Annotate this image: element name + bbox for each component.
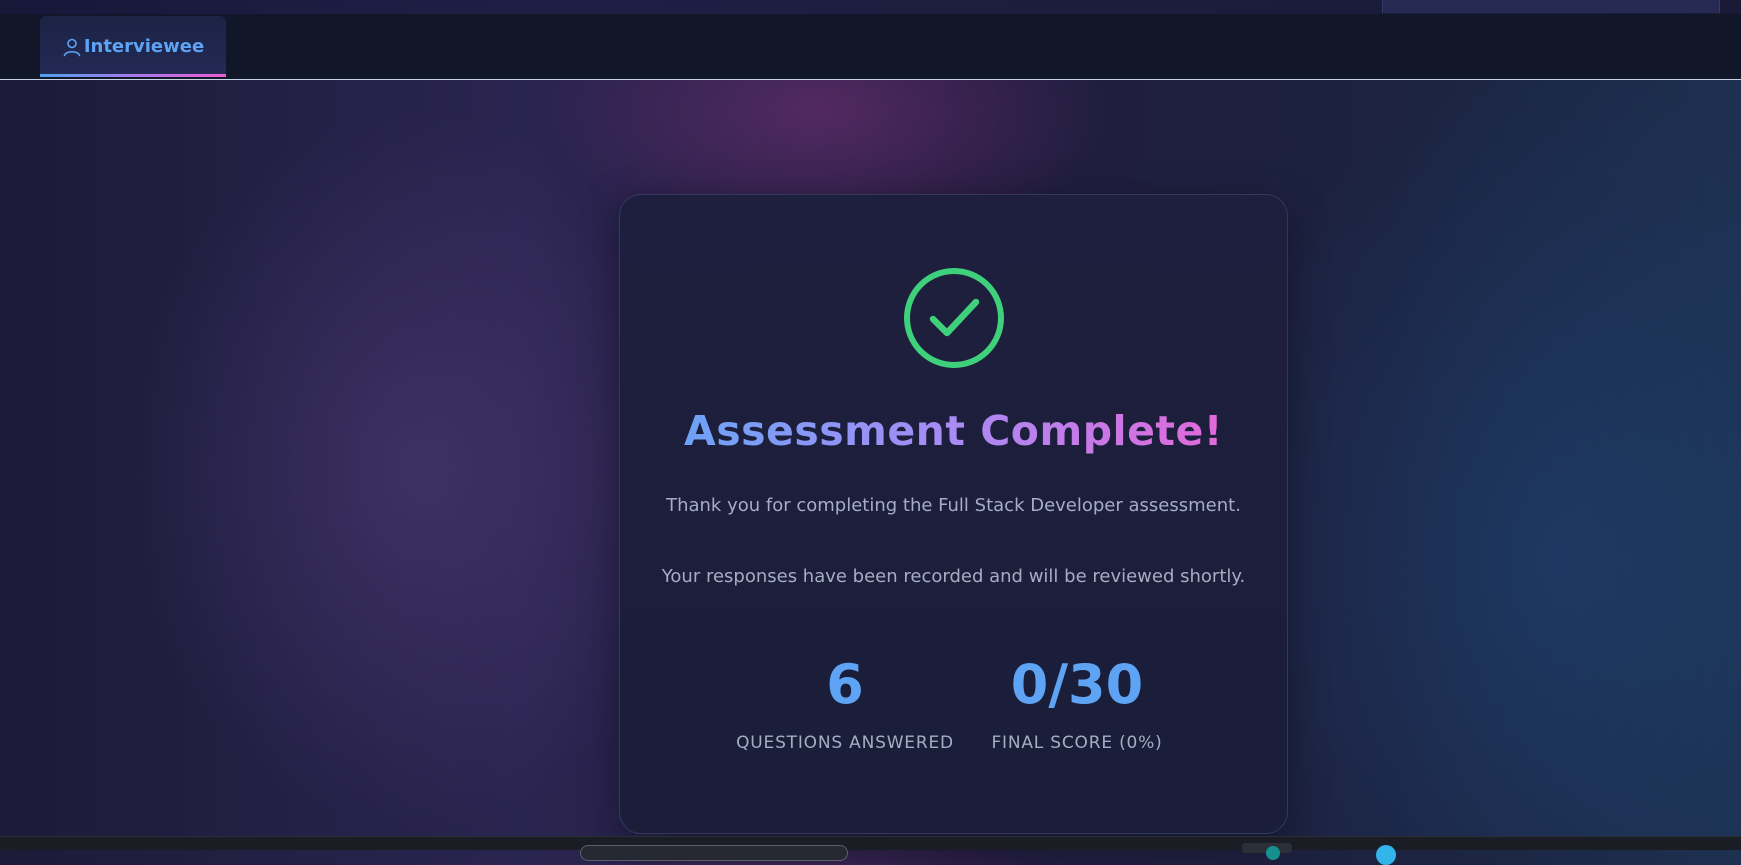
taskbar-search[interactable] — [580, 845, 848, 861]
user-icon — [62, 37, 82, 57]
completion-message: Thank you for completing the Full Stack … — [666, 495, 1241, 516]
taskbar — [0, 836, 1741, 865]
tab-bar: Interviewee — [0, 14, 1741, 80]
review-message: Your responses have been recorded and wi… — [661, 566, 1246, 587]
completion-card: Assessment Complete! Thank you for compl… — [619, 194, 1288, 834]
stat-questions-answered: 6 QUESTIONS ANSWERED — [730, 645, 960, 753]
page-title: Assessment Complete! — [620, 407, 1287, 455]
top-strip — [0, 0, 1741, 15]
stat-value: 0/30 — [1010, 653, 1144, 716]
taskbar-app-icon[interactable] — [1376, 845, 1396, 865]
stat-label: FINAL SCORE (0%) — [991, 733, 1163, 753]
tab-interviewee-label: Interviewee — [83, 36, 205, 57]
stat-value: 6 — [826, 653, 864, 716]
active-tab-indicator — [40, 74, 226, 77]
check-circle-icon — [903, 267, 1005, 369]
stat-label: QUESTIONS ANSWERED — [736, 733, 954, 753]
taskbar-app-icon[interactable] — [1242, 843, 1292, 860]
tab-interviewee[interactable]: Interviewee — [40, 16, 226, 77]
top-strip-panel — [1382, 0, 1720, 13]
stat-final-score: 0/30 FINAL SCORE (0%) — [972, 645, 1182, 753]
